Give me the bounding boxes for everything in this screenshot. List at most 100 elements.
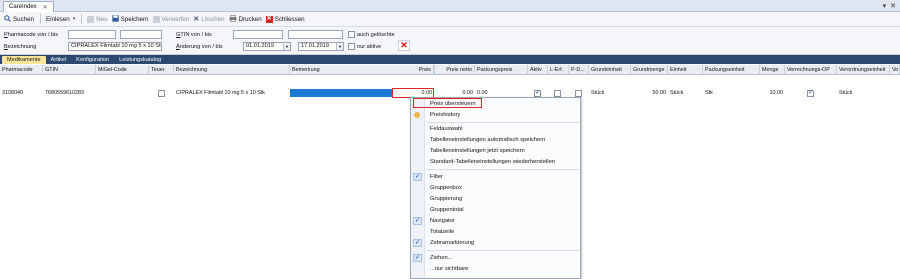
close-icon[interactable]: ✕ <box>890 2 896 10</box>
cell-verordnungseinheit[interactable]: Stück <box>837 89 890 98</box>
filter-panel: Pharmacode von / bis Bezeichnung CIPRALE… <box>0 27 900 55</box>
cell-gtin[interactable]: 7680559610283 <box>43 89 96 98</box>
pharmacode-to-input[interactable] <box>120 30 162 39</box>
toolbar: Suchen Einlesen ▾ Neu Speichern Verwerfe… <box>0 12 900 27</box>
history-icon <box>414 112 420 118</box>
save-button[interactable]: Speichern <box>111 14 149 24</box>
bezeichnung-input[interactable]: CIPRALEX Filmtabl 10 mg 5 x 10 Stk <box>68 42 162 51</box>
search-label: Suchen <box>13 15 34 23</box>
tab-leistungskatalog[interactable]: Leistungskatalog <box>114 56 166 64</box>
clear-filter-icon[interactable]: ✕ <box>398 40 410 51</box>
discard-icon <box>152 15 160 23</box>
col-header-menge[interactable]: Menge <box>760 65 785 75</box>
menu-separator <box>427 122 579 123</box>
col-header-einheit[interactable]: Einheit <box>668 65 703 75</box>
tab-medikamente[interactable]: Medikamente <box>2 56 46 64</box>
cell-bezeichnung[interactable]: CIPRALEX Filmtabl 10 mg 5 x 10 Stk <box>174 89 290 98</box>
delete-button[interactable]: ✕ Löschen <box>193 15 225 24</box>
menu-item-filter[interactable]: ✓ Filter <box>411 172 581 182</box>
col-header-verrechnungs-op[interactable]: Verrechnungs-OP <box>785 65 837 75</box>
document-tab-label: CareIndex <box>9 4 37 10</box>
menu-item-totalzeile[interactable]: Totalzeile <box>411 227 581 237</box>
date-from-picker[interactable]: 01.01.2019 ▾ <box>243 42 291 51</box>
col-header-gtin[interactable]: GTIN <box>43 65 96 75</box>
cell-aktiv-checkbox[interactable] <box>534 89 541 97</box>
col-header-migel[interactable]: MiGel-Code <box>96 65 149 75</box>
menu-item-highlight <box>413 98 482 108</box>
menu-item-feldauswahl[interactable]: Feldauswahl <box>411 124 581 134</box>
save-icon <box>111 14 119 24</box>
col-header-grundeinheit[interactable]: Grundeinheit <box>589 65 631 75</box>
cell-bemerkung-selected[interactable] <box>290 89 392 97</box>
col-header-packungspreis[interactable]: Packungspreis <box>475 65 528 75</box>
menu-item-nur-sichtbare[interactable]: ...nur sichtbare <box>411 264 581 274</box>
cell-l-erf-checkbox[interactable] <box>554 90 561 97</box>
deleted-checkbox[interactable] <box>348 31 355 38</box>
chevron-down-icon[interactable]: ▾ <box>883 2 887 10</box>
printer-icon <box>229 14 237 24</box>
menu-item-gruppenbox[interactable]: Gruppenbox <box>411 183 581 193</box>
import-button[interactable]: Einlesen ▾ <box>46 16 75 23</box>
col-header-p-d[interactable]: P-D... <box>569 65 589 75</box>
menu-item-zebramarkierung[interactable]: ✓ Zebramarkierung <box>411 238 581 248</box>
menu-item-preishistory[interactable]: Preishistory <box>411 110 581 120</box>
delete-label: Löschen <box>201 15 225 23</box>
checkmark-icon: ✓ <box>413 217 422 225</box>
tab-konfiguration[interactable]: Konfiguration <box>71 56 114 64</box>
col-header-preis-netto[interactable]: Preis netto <box>434 65 475 75</box>
gtin-from-input[interactable] <box>233 30 283 39</box>
menu-item-gruppentotal[interactable]: Gruppentotal <box>411 205 581 215</box>
chevron-down-icon[interactable]: ▾ <box>73 16 76 22</box>
print-button[interactable]: Drucken <box>229 14 262 24</box>
tab-artikel[interactable]: Artikel <box>46 56 72 64</box>
cell-teuer-checkbox[interactable] <box>158 90 165 97</box>
gtin-to-input[interactable] <box>288 30 343 39</box>
date-to-value: 17.01.2019 <box>301 43 329 49</box>
menu-item-restore-default-settings[interactable]: Standard-Tabelleneinstellungen wiederher… <box>411 157 581 167</box>
menu-item-navigator[interactable]: ✓ Navigator <box>411 216 581 226</box>
cell-einheit[interactable]: Stück <box>668 89 703 98</box>
chevron-down-icon[interactable]: ▾ <box>336 43 343 50</box>
col-header-pharmacode[interactable]: Pharmacode <box>0 65 43 75</box>
cell-p-d-checkbox[interactable] <box>575 90 582 97</box>
menu-separator <box>427 169 579 170</box>
col-header-bezeichnung[interactable]: Bezeichnung <box>174 65 290 75</box>
col-header-grundmenge[interactable]: Grundmenge <box>631 65 668 75</box>
close-button[interactable]: ✕ Schliessen <box>265 15 305 23</box>
active-checkbox[interactable] <box>348 43 355 50</box>
close-icon[interactable]: ✕ <box>43 4 48 11</box>
cell-verrechnungs-op-checkbox[interactable] <box>807 89 814 97</box>
pharmacode-from-input[interactable] <box>68 30 116 39</box>
col-header-preis[interactable]: Preis <box>392 65 434 75</box>
new-label: Neu <box>96 15 108 23</box>
col-header-aktiv[interactable]: Aktiv <box>528 65 548 75</box>
col-header-verordnungseinheit[interactable]: Verordnungseinheit <box>837 65 890 75</box>
cell-grundeinheit[interactable]: Stück <box>589 89 631 98</box>
close-label: Schliessen <box>274 15 305 23</box>
menu-item-ziehen[interactable]: ✓ Ziehen... <box>411 253 581 263</box>
col-header-vo[interactable]: Vo <box>890 65 900 75</box>
cell-packungseinheit[interactable]: Stk <box>703 89 760 98</box>
col-header-packungseinheit[interactable]: Packungseinheit <box>703 65 760 75</box>
grid-header: Pharmacode GTIN MiGel-Code Teuer Bezeich… <box>0 65 900 75</box>
menu-item-auto-save-settings[interactable]: Tabelleneinstellungen automatisch speich… <box>411 135 581 145</box>
cell-grundmenge[interactable]: 50.00 <box>631 89 668 98</box>
cell-pharmacode[interactable]: 3108040 <box>0 89 43 98</box>
discard-button[interactable]: Verwerfen <box>152 15 189 23</box>
col-header-teuer[interactable]: Teuer <box>149 65 174 75</box>
menu-item-save-settings-now[interactable]: Tabelleneinstellungen jetzt speichern <box>411 146 581 156</box>
date-to-picker[interactable]: 17.01.2019 ▾ <box>298 42 344 51</box>
new-button[interactable]: Neu <box>87 15 108 23</box>
delete-icon: ✕ <box>193 16 200 23</box>
menu-item-gruppierung[interactable]: Gruppierung <box>411 194 581 204</box>
checkmark-icon: ✓ <box>413 239 422 247</box>
col-header-l-erf[interactable]: L-Erf. <box>548 65 569 75</box>
search-button[interactable]: Suchen <box>4 14 34 24</box>
deleted-label: auch gelöschte <box>357 32 395 38</box>
date-from-value: 01.01.2019 <box>246 43 274 49</box>
aenderung-label: Änderung von / bis <box>176 44 223 50</box>
new-icon <box>87 15 95 23</box>
cell-menge[interactable]: 10.00 <box>760 89 785 98</box>
document-tab-careindex[interactable]: CareIndex ✕ <box>3 1 54 12</box>
chevron-down-icon[interactable]: ▾ <box>283 43 290 50</box>
